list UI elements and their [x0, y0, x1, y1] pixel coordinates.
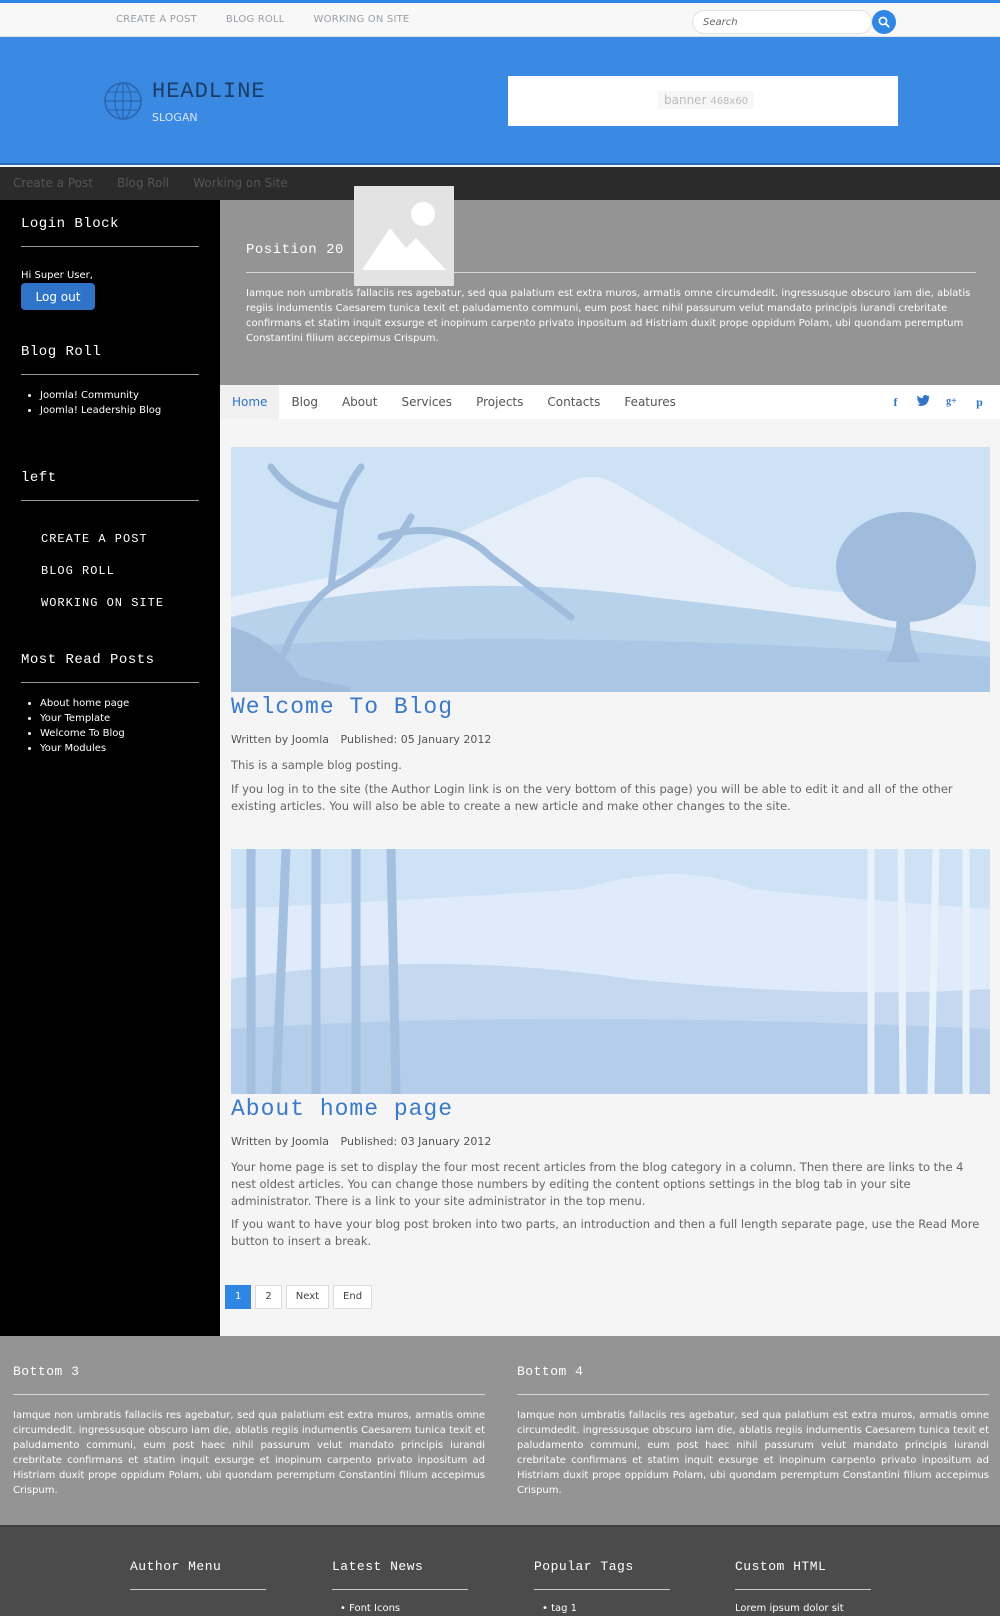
image-placeholder-icon [354, 186, 454, 286]
main-nav-projects[interactable]: Projects [464, 385, 535, 419]
divider [13, 1394, 485, 1395]
left-menu: CREATE A POST BLOG ROLL WORKING ON SITE [41, 532, 164, 628]
footer-column-title: Author Menu [130, 1559, 222, 1574]
last-page-button[interactable]: End [333, 1285, 373, 1309]
main-nav: Home Blog About Services Projects Contac… [220, 385, 1000, 419]
blog-roll-list: Joomla! Community Joomla! Leadership Blo… [40, 388, 161, 418]
footer-custom-text: Lorem ipsum dolor sit [735, 1603, 844, 1614]
search-input[interactable] [692, 10, 872, 34]
logout-button[interactable]: Log out [21, 283, 95, 310]
blog-roll-link[interactable]: Joomla! Community [40, 388, 161, 403]
article-paragraph: Your home page is set to display the fou… [231, 1160, 964, 1208]
left-module-title: left [21, 470, 57, 486]
article-paragraph: If you want to have your blog post broke… [231, 1217, 980, 1248]
main-nav-contacts[interactable]: Contacts [535, 385, 612, 419]
most-read-link[interactable]: Your Template [40, 711, 129, 726]
search-box [692, 10, 900, 34]
left-menu-create-post[interactable]: CREATE A POST [41, 532, 164, 564]
divider [21, 682, 199, 683]
most-read-list: About home page Your Template Welcome To… [40, 696, 129, 756]
divider [517, 1394, 989, 1395]
bottom-4-text: Iamque non umbratis fallaciis res agebat… [517, 1410, 989, 1496]
blog-roll-title: Blog Roll [21, 344, 102, 360]
banner-ad[interactable]: banner 468x60 [508, 76, 898, 126]
left-sidebar: Login Block Hi Super User, Log out Blog … [0, 200, 220, 1336]
main-nav-blog[interactable]: Blog [279, 385, 330, 419]
secondary-nav-create-post[interactable]: Create a Post [13, 176, 93, 190]
page-2-button[interactable]: 2 [255, 1285, 282, 1309]
article-author: Written by Joomla [231, 1135, 330, 1148]
most-read-title: Most Read Posts [21, 652, 155, 668]
divider [21, 374, 199, 375]
social-links: f g+ p [889, 395, 986, 409]
pagination: 1 2 Next End [225, 1285, 373, 1309]
google-plus-icon[interactable]: g+ [945, 395, 958, 409]
bottom-modules: Bottom 3 Iamque non umbratis fallaciis r… [0, 1336, 1000, 1525]
article-paragraph: If you log in to the site (the Author Lo… [231, 782, 953, 813]
site-slogan: SLOGAN [152, 111, 198, 124]
site-headline[interactable]: HEADLINE [152, 79, 266, 104]
most-read-link[interactable]: About home page [40, 696, 129, 711]
globe-logo-icon[interactable] [103, 81, 143, 121]
article-published: Published: 03 January 2012 [340, 1135, 492, 1148]
twitter-icon[interactable] [917, 395, 930, 409]
most-read-link[interactable]: Welcome To Blog [40, 726, 129, 741]
secondary-nav-working-on-site[interactable]: Working on Site [193, 176, 288, 190]
left-menu-working-on-site[interactable]: WORKING ON SITE [41, 596, 164, 628]
facebook-icon[interactable]: f [889, 395, 902, 409]
footer-column-title: Popular Tags [534, 1559, 634, 1574]
footer-column-title: Latest News [332, 1559, 424, 1574]
footer-link[interactable]: • Font Icons [340, 1603, 400, 1614]
page-1-button[interactable]: 1 [225, 1285, 252, 1309]
search-icon [878, 16, 890, 28]
main-nav-about[interactable]: About [330, 385, 389, 419]
login-greeting: Hi Super User, [21, 270, 93, 281]
article-title[interactable]: Welcome To Blog [231, 694, 453, 720]
top-nav-create-post[interactable]: CREATE A POST [116, 14, 197, 25]
login-block-title: Login Block [21, 216, 119, 232]
article-image-mountain[interactable] [231, 447, 990, 692]
position-20-module: Position 20 Iamque non umbratis fallacii… [220, 200, 1000, 385]
most-read-link[interactable]: Your Modules [40, 741, 129, 756]
article-title[interactable]: About home page [231, 1096, 453, 1122]
article-meta: Written by Joomla Published: 03 January … [231, 1135, 499, 1148]
bottom-3-text: Iamque non umbratis fallaciis res agebat… [13, 1410, 485, 1496]
article-meta: Written by Joomla Published: 05 January … [231, 733, 499, 746]
secondary-nav-blog-roll[interactable]: Blog Roll [117, 176, 169, 190]
top-nav-working-on-site[interactable]: WORKING ON SITE [314, 14, 410, 25]
left-menu-blog-roll[interactable]: BLOG ROLL [41, 564, 164, 596]
divider [21, 246, 199, 247]
banner-label: banner 468x60 [658, 91, 755, 109]
divider [130, 1589, 266, 1590]
position-20-text: Iamque non umbratis fallaciis res agebat… [246, 288, 971, 344]
divider [735, 1589, 871, 1590]
next-page-button[interactable]: Next [285, 1285, 330, 1309]
article-author: Written by Joomla [231, 733, 330, 746]
footer: Author Menu Latest News • Font Icons Pop… [0, 1525, 1000, 1616]
article-published: Published: 05 January 2012 [340, 733, 492, 746]
secondary-nav: Create a Post Blog Roll Working on Site [0, 167, 1000, 200]
site-header: HEADLINE SLOGAN banner 468x60 [0, 37, 1000, 165]
main-nav-home[interactable]: Home [220, 385, 280, 419]
top-nav: CREATE A POST BLOG ROLL WORKING ON SITE [116, 14, 409, 25]
main-nav-features[interactable]: Features [612, 385, 688, 419]
article-paragraph: This is a sample blog posting. [231, 758, 402, 772]
top-nav-blog-roll[interactable]: BLOG ROLL [226, 14, 285, 25]
blog-roll-link[interactable]: Joomla! Leadership Blog [40, 403, 161, 418]
divider [21, 500, 199, 501]
main-nav-services[interactable]: Services [389, 385, 464, 419]
divider [534, 1589, 670, 1590]
top-bar: CREATE A POST BLOG ROLL WORKING ON SITE [0, 0, 1000, 37]
search-button[interactable] [872, 10, 896, 34]
article-image-bamboo[interactable] [231, 849, 990, 1094]
divider [332, 1589, 468, 1590]
position-20-title: Position 20 [246, 242, 344, 258]
footer-column-title: Custom HTML [735, 1559, 827, 1574]
pinterest-icon[interactable]: p [973, 395, 986, 409]
bottom-3-title: Bottom 3 [13, 1364, 80, 1379]
footer-tag-link[interactable]: • tag 1 [542, 1603, 577, 1614]
bottom-4-title: Bottom 4 [517, 1364, 584, 1379]
